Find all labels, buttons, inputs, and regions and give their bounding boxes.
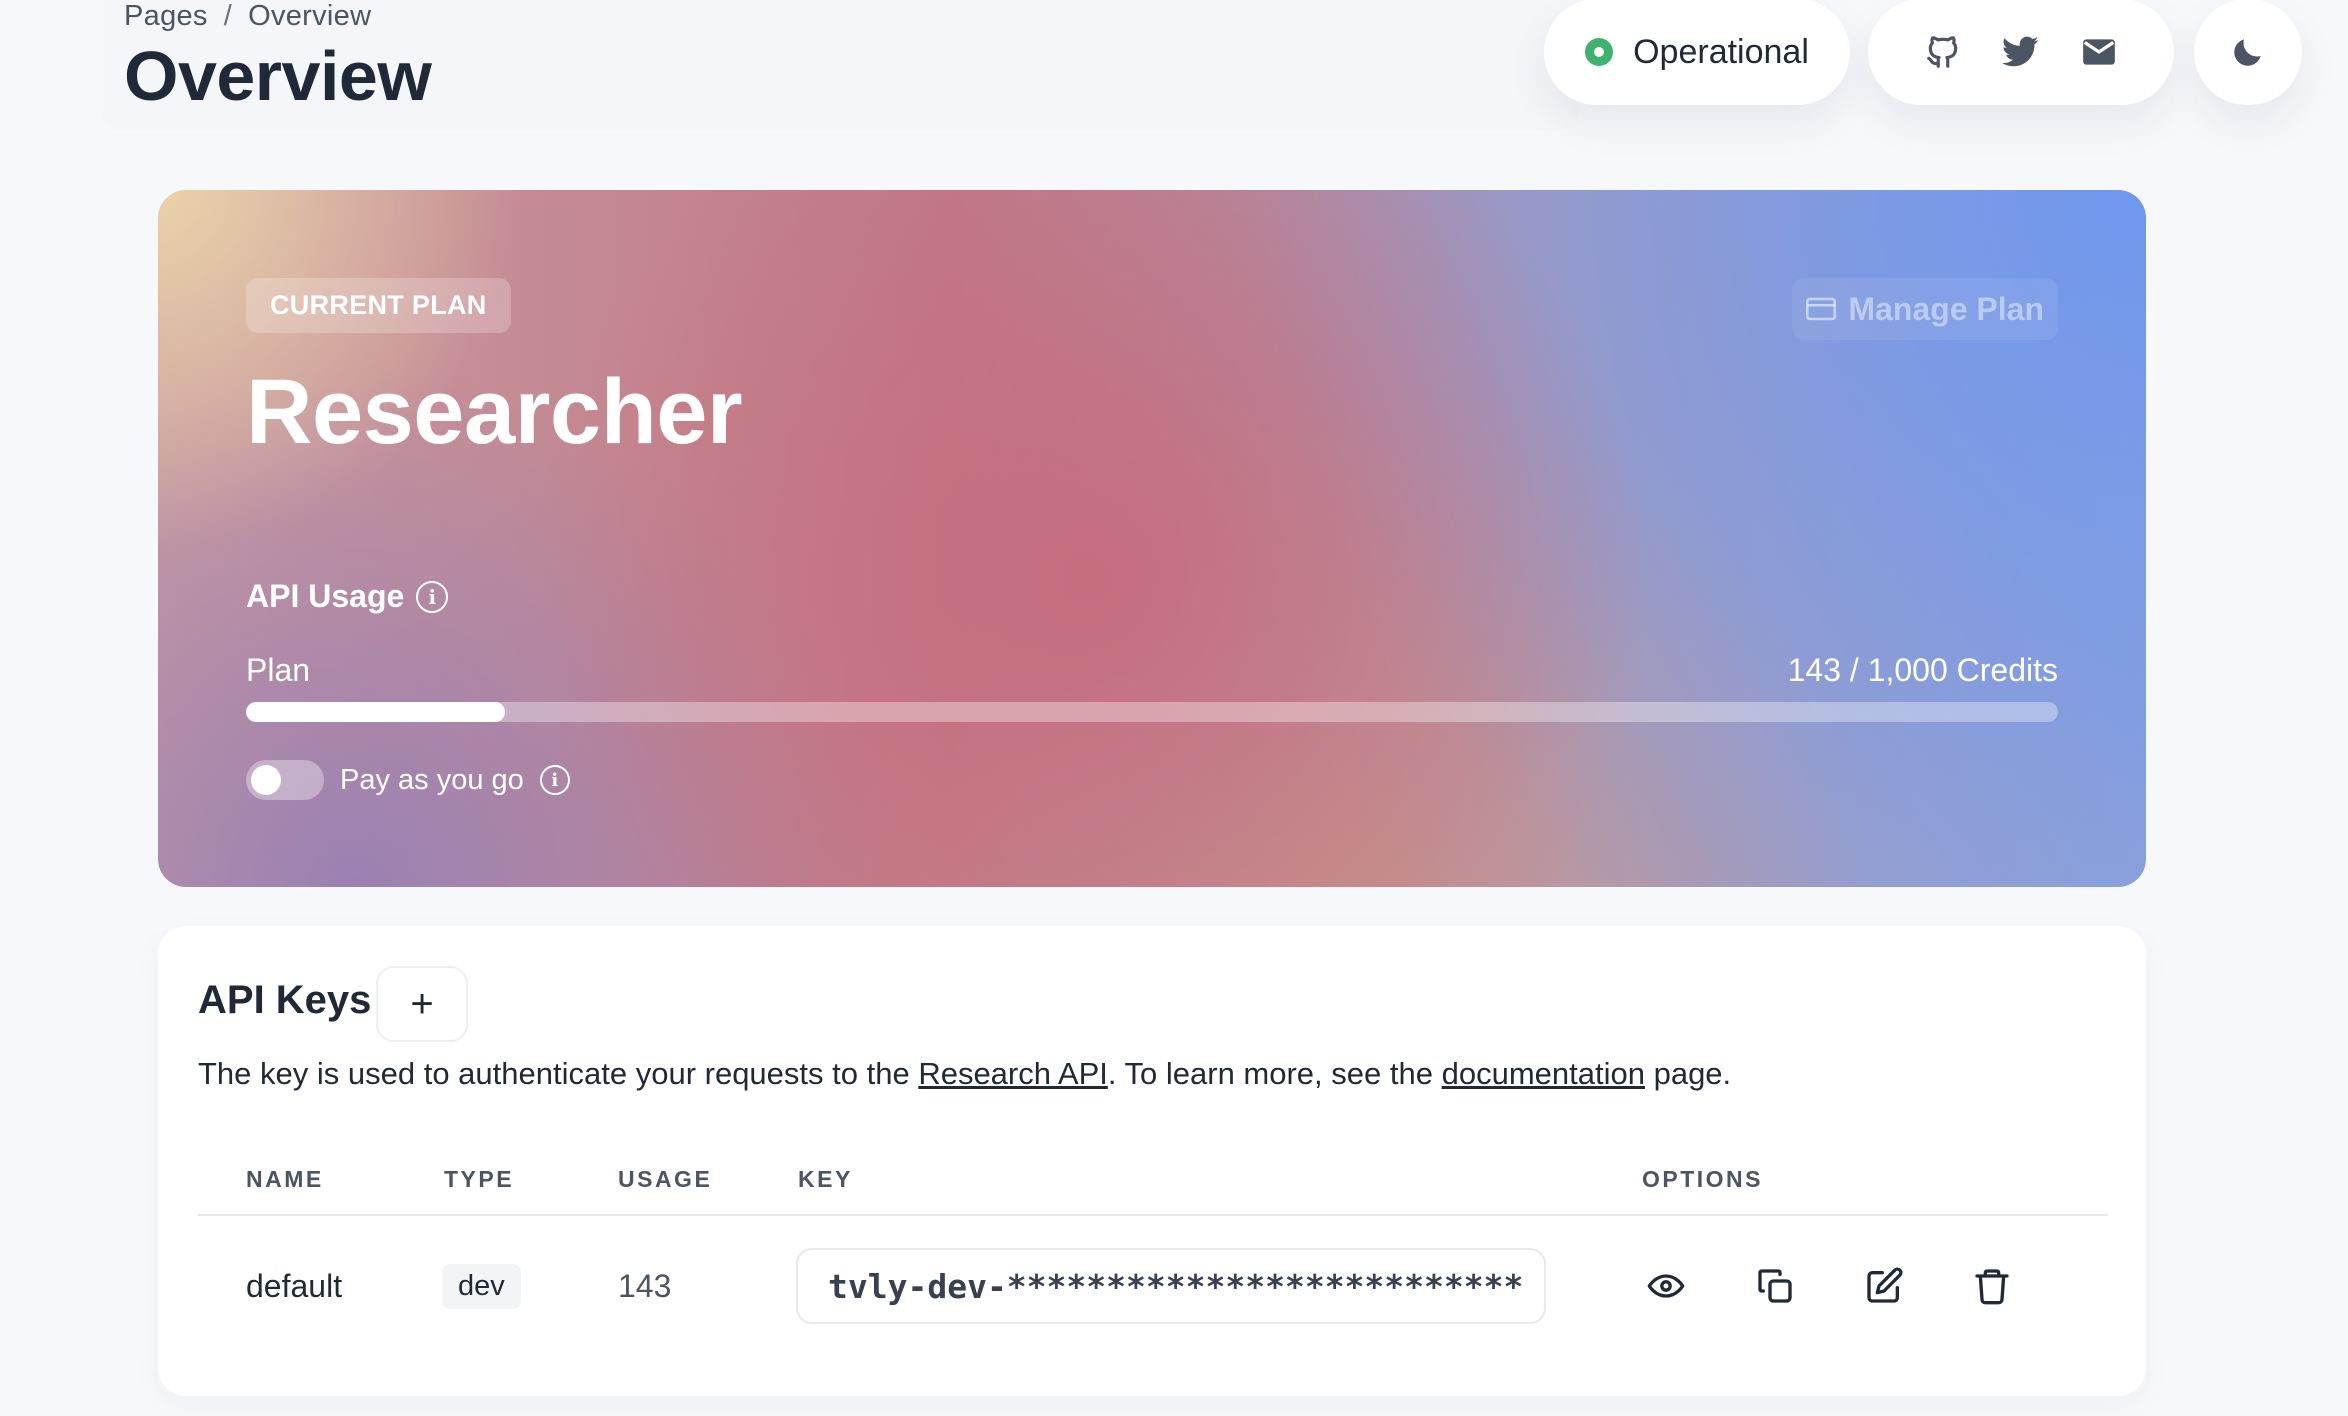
toggle-knob — [251, 765, 281, 795]
status-dot-icon — [1585, 38, 1614, 66]
trash-icon[interactable] — [1972, 1266, 2012, 1306]
description-text: page. — [1644, 1056, 1732, 1091]
plan-name: Researcher — [246, 361, 743, 463]
key-type-cell: dev — [442, 1216, 521, 1356]
description-text: . To learn more, see the — [1107, 1056, 1442, 1091]
credits-count: 143 / 1,000 Credits — [1787, 652, 2058, 688]
pay-as-you-go-toggle[interactable] — [246, 760, 324, 800]
usage-progress-fill — [246, 702, 506, 722]
api-usage-title: API Usage i — [246, 578, 449, 615]
edit-icon[interactable] — [1864, 1266, 1904, 1306]
credit-card-icon — [1806, 297, 1837, 321]
github-icon[interactable] — [1924, 33, 1962, 71]
manage-plan-button[interactable]: Manage Plan — [1792, 278, 2058, 340]
column-key: KEY — [798, 1166, 853, 1192]
description-text: The key is used to authenticate your req… — [198, 1056, 919, 1091]
breadcrumb-root[interactable]: Pages — [124, 0, 208, 33]
api-usage-label: API Usage — [246, 578, 405, 614]
key-cell: tvly-dev-************************** — [796, 1216, 1546, 1356]
research-api-link[interactable]: Research API — [918, 1056, 1108, 1091]
status-label: Operational — [1633, 32, 1809, 71]
twitter-icon[interactable] — [2002, 33, 2040, 71]
table-header: NAME TYPE USAGE KEY OPTIONS — [198, 1166, 2108, 1216]
column-name: NAME — [246, 1166, 324, 1192]
social-links — [1868, 0, 2174, 105]
column-type: TYPE — [444, 1166, 515, 1192]
breadcrumb-current: Overview — [248, 0, 372, 32]
key-type-badge: dev — [442, 1263, 521, 1309]
plan-card: CURRENT PLAN Manage Plan Researcher API … — [158, 190, 2146, 887]
api-keys-card: API Keys + The key is used to authentica… — [158, 926, 2146, 1396]
breadcrumb: Pages / Overview — [124, 0, 371, 33]
manage-plan-label: Manage Plan — [1848, 290, 2044, 327]
column-usage: USAGE — [618, 1166, 713, 1192]
usage-progress-bar — [246, 702, 2058, 722]
key-usage: 143 — [618, 1267, 672, 1304]
info-icon[interactable]: i — [539, 765, 570, 795]
breadcrumb-separator: / — [223, 0, 233, 32]
copy-icon[interactable] — [1755, 1266, 1795, 1306]
status-pill[interactable]: Operational — [1544, 0, 1850, 105]
eye-icon[interactable] — [1646, 1266, 1686, 1306]
plan-label: Plan — [246, 652, 311, 688]
documentation-link[interactable]: documentation — [1442, 1056, 1645, 1091]
pay-as-you-go-label: Pay as you go — [340, 763, 524, 796]
current-plan-badge: CURRENT PLAN — [246, 278, 511, 333]
pay-as-you-go-row: Pay as you go i — [246, 760, 570, 800]
api-key-value[interactable]: tvly-dev-************************** — [796, 1248, 1546, 1324]
add-key-button[interactable]: + — [376, 966, 468, 1042]
overview-page: Pages / Overview Overview Operational CU… — [0, 0, 2348, 1416]
mail-icon[interactable] — [2080, 33, 2118, 71]
moon-icon — [2234, 39, 2261, 66]
table-row: default dev 143 tvly-dev-***************… — [198, 1216, 2108, 1356]
column-options: OPTIONS — [1642, 1166, 1764, 1192]
info-icon[interactable]: i — [416, 580, 449, 613]
page-title: Overview — [124, 37, 432, 115]
api-keys-description: The key is used to authenticate your req… — [198, 1056, 1731, 1092]
theme-toggle-button[interactable] — [2194, 0, 2302, 105]
api-keys-title: API Keys — [198, 978, 372, 1022]
key-name: default — [246, 1267, 343, 1304]
